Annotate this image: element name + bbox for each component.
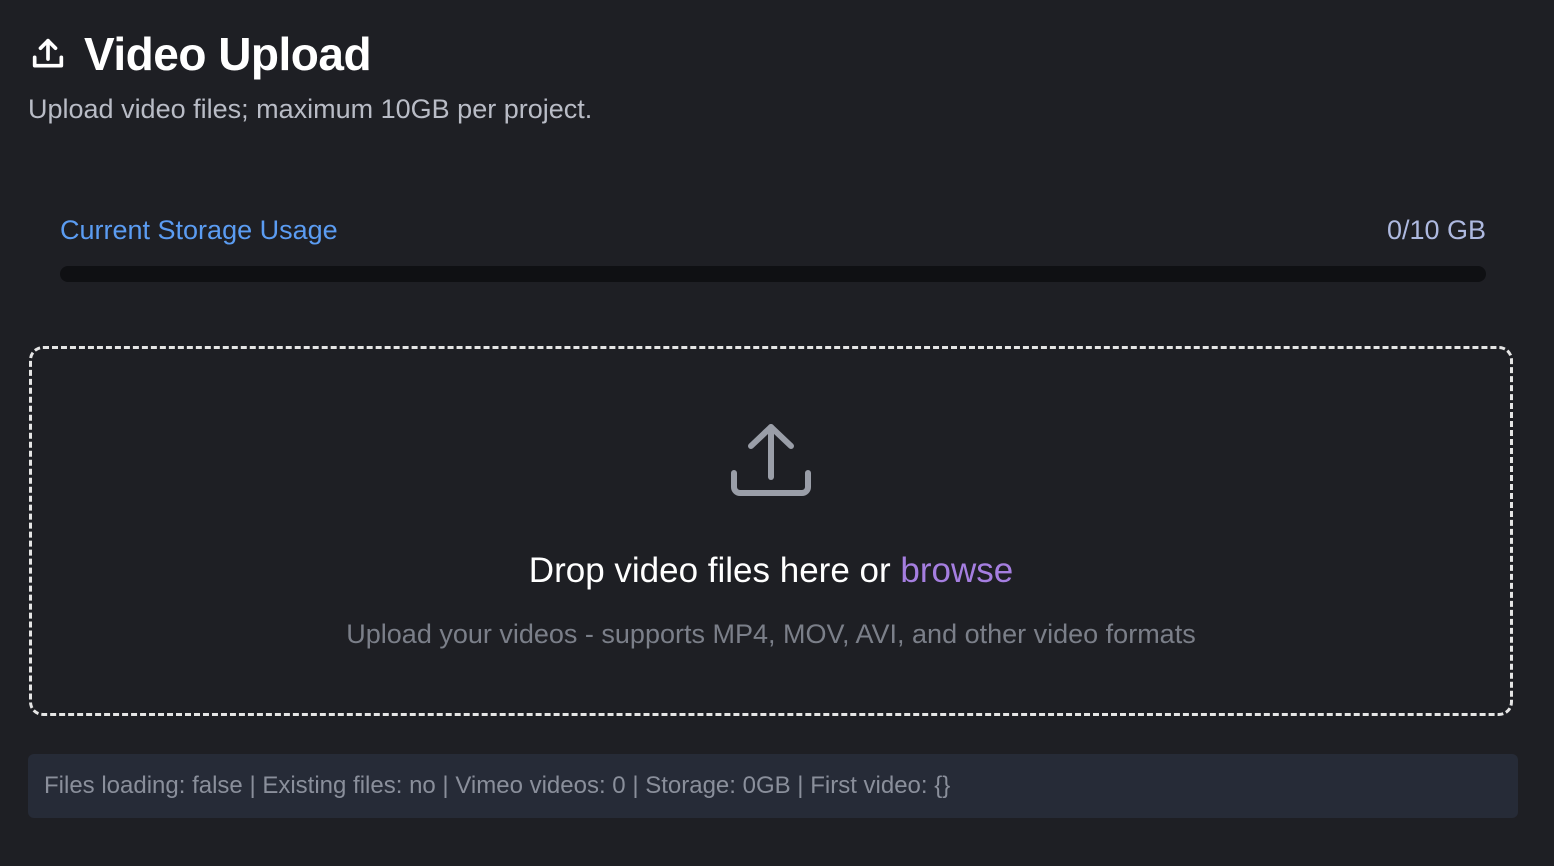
debug-status-bar: Files loading: false | Existing files: n… xyxy=(28,754,1518,818)
dropzone-subtitle: Upload your videos - supports MP4, MOV, … xyxy=(346,619,1196,649)
page-header: Video Upload Upload video files; maximum… xyxy=(28,26,592,126)
upload-icon xyxy=(28,34,68,74)
browse-link[interactable]: browse xyxy=(900,551,1013,590)
storage-value: 0/10 GB xyxy=(1386,214,1486,245)
dropzone-title: Drop video files here or browse xyxy=(32,549,1510,593)
upload-icon xyxy=(727,421,815,509)
dropzone-title-text: Drop video files here or xyxy=(528,551,901,590)
page-title: Video Upload xyxy=(84,28,372,80)
storage-progress-bar xyxy=(60,266,1486,282)
storage-row: Current Storage Usage 0/10 GB xyxy=(60,206,1486,254)
storage-label: Current Storage Usage xyxy=(60,214,338,245)
storage-usage: Current Storage Usage 0/10 GB xyxy=(60,206,1486,282)
file-dropzone[interactable]: Drop video files here or browse Upload y… xyxy=(29,346,1513,716)
title-row: Video Upload xyxy=(28,26,592,82)
video-upload-page: Video Upload Upload video files; maximum… xyxy=(0,0,1554,866)
debug-status-text: Files loading: false | Existing files: n… xyxy=(44,772,951,799)
page-subtitle: Upload video files; maximum 10GB per pro… xyxy=(28,94,593,124)
